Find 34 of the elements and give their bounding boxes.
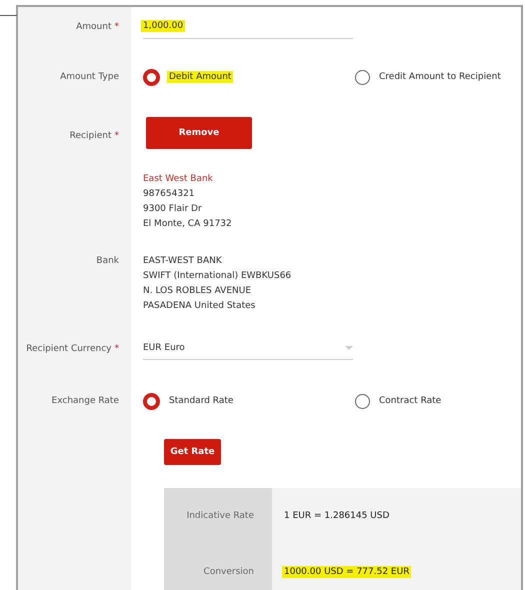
currency-dropdown[interactable]: EUR Euro bbox=[143, 338, 353, 360]
radio-button[interactable] bbox=[143, 392, 160, 410]
radio-button[interactable] bbox=[355, 70, 370, 84]
field-label: Recipient Currency bbox=[26, 344, 112, 354]
option-label[interactable]: Standard Rate bbox=[169, 396, 234, 406]
recipient-detail: El Monte, CA 91732 bbox=[143, 218, 233, 231]
radio-button[interactable] bbox=[355, 394, 370, 408]
recipient-detail: 9300 Flair Dr bbox=[143, 203, 203, 216]
option-label[interactable]: Contract Rate bbox=[379, 396, 442, 406]
required-mark: * bbox=[114, 22, 119, 32]
radio-button[interactable] bbox=[143, 68, 160, 86]
field-label: Amount bbox=[76, 22, 112, 32]
option-label[interactable]: Debit Amount bbox=[167, 71, 234, 83]
get-rate-button[interactable]: Get Rate bbox=[164, 439, 221, 465]
rate-value: 1000.00 USD = 777.52 EUR bbox=[282, 566, 412, 578]
recipient-detail: 987654321 bbox=[143, 188, 196, 201]
remove-button[interactable]: Remove bbox=[146, 117, 252, 149]
required-mark: * bbox=[114, 131, 119, 143]
rate-label-cell: Indicative Rate bbox=[164, 488, 272, 544]
bank-detail: EAST-WEST BANK bbox=[143, 255, 223, 268]
field-label: Bank bbox=[96, 255, 119, 268]
field-label: Recipient bbox=[70, 131, 112, 143]
field-label: Exchange Rate bbox=[52, 396, 119, 406]
bank-detail: N. LOS ROBLES AVENUE bbox=[143, 285, 252, 298]
bank-detail: SWIFT (International) EWBKUS66 bbox=[143, 270, 292, 283]
option-label[interactable]: Credit Amount to Recipient bbox=[379, 72, 501, 82]
recipient-name: East West Bank bbox=[143, 173, 214, 186]
caret-icon bbox=[345, 346, 353, 350]
field-label: Amount Type bbox=[60, 72, 119, 82]
amount-field[interactable]: 1,000.00 bbox=[143, 16, 353, 38]
rate-label-cell: Conversion bbox=[164, 544, 272, 590]
bank-detail: PASADENA United States bbox=[143, 300, 256, 313]
required-mark: * bbox=[114, 344, 119, 354]
rate-value: 1 EUR = 1.286145 USD bbox=[284, 511, 390, 521]
